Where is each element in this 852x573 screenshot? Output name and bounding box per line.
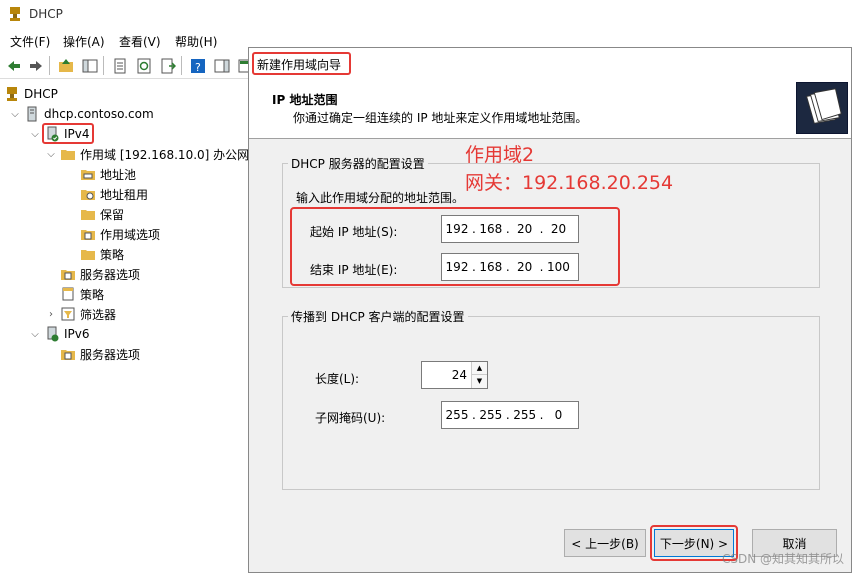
tree-item-scope-policies[interactable]: 策略	[80, 244, 124, 264]
policies-icon	[80, 246, 96, 262]
window-title: DHCP	[29, 7, 63, 21]
range-instruction: 输入此作用域分配的地址范围。	[296, 191, 465, 205]
tree-item-ipv6[interactable]: ⌵ IPv6	[28, 324, 90, 344]
filter-icon	[60, 306, 76, 322]
server-config-legend: DHCP 服务器的配置设置	[288, 155, 428, 172]
tree-label: 策略	[80, 287, 105, 302]
up-folder-icon[interactable]	[56, 56, 75, 75]
app-titlebar: DHCP	[0, 0, 852, 30]
tree-label: 作用域选项	[100, 227, 161, 242]
forward-arrow-icon[interactable]	[26, 56, 45, 75]
menu-view[interactable]: 查看(V)	[119, 33, 161, 50]
tree-label: 作用域 [192.168.10.0] 办公网	[80, 147, 250, 162]
back-button[interactable]: < 上一步(B)	[564, 529, 646, 557]
reservations-icon	[80, 206, 96, 222]
refresh-icon[interactable]	[134, 56, 153, 75]
mask-octet-1[interactable]: 255	[442, 408, 472, 422]
tree-label: IPv6	[64, 327, 90, 341]
properties-icon[interactable]	[110, 56, 129, 75]
new-scope-wizard-dialog: 新建作用域向导 IP 地址范围 你通过确定一组连续的 IP 地址来定义作用域地址…	[248, 47, 852, 573]
tree-item-address-leases[interactable]: 地址租用	[80, 184, 148, 204]
tree-item-dhcp[interactable]: DHCP	[4, 84, 58, 104]
ipv6-server-icon	[44, 326, 60, 342]
mask-octet-4[interactable]: 0	[543, 408, 573, 422]
mask-octet-3[interactable]: 255	[510, 408, 540, 422]
ip-range-highlight-box	[290, 207, 620, 286]
tree-item-scope[interactable]: ⌵ 作用域 [192.168.10.0] 办公网	[44, 144, 249, 164]
tree-label: 策略	[100, 247, 125, 262]
tree-item-server-options[interactable]: 服务器选项	[60, 264, 140, 284]
address-pool-icon	[80, 166, 96, 182]
annotation-gateway: 网关：192.168.20.254	[465, 172, 674, 194]
export-list-icon[interactable]	[158, 56, 177, 75]
tree-item-reservations[interactable]: 保留	[80, 204, 124, 224]
subnet-mask-label: 子网掩码(U):	[315, 411, 386, 425]
mask-octet-2[interactable]: 255	[476, 408, 506, 422]
client-config-legend: 传播到 DHCP 客户端的配置设置	[288, 308, 468, 325]
tree-label: 筛选器	[80, 307, 117, 322]
server-icon	[24, 106, 40, 122]
address-leases-icon	[80, 186, 96, 202]
menu-help[interactable]: 帮助(H)	[175, 33, 217, 50]
spin-up-icon[interactable]: ▲	[472, 362, 487, 375]
menu-action[interactable]: 操作(A)	[63, 33, 105, 50]
tree-item-filters[interactable]: › 筛选器	[44, 304, 116, 324]
tree-item-policies[interactable]: 策略	[60, 284, 104, 304]
chevron-right-icon[interactable]: ›	[44, 309, 58, 320]
back-arrow-icon[interactable]	[4, 56, 23, 75]
subnet-mask-input[interactable]: 255. 255. 255. 0	[441, 401, 579, 429]
policies-icon	[60, 286, 76, 302]
svg-text:?: ?	[195, 61, 201, 74]
action-pane-icon[interactable]	[212, 56, 231, 75]
folder-icon	[60, 146, 76, 162]
chevron-down-icon[interactable]: ⌵	[28, 329, 42, 340]
length-spinner[interactable]: 24 ▲ ▼	[421, 361, 488, 389]
tree-label: 地址池	[100, 167, 137, 182]
wizard-header: IP 地址范围 你通过确定一组连续的 IP 地址来定义作用域地址范围。	[249, 78, 851, 139]
tree-label: 服务器选项	[80, 267, 141, 282]
tree-label: 服务器选项	[80, 347, 141, 362]
length-value[interactable]: 24	[452, 368, 467, 382]
chevron-down-icon[interactable]: ⌵	[28, 129, 42, 140]
tree-item-address-pool[interactable]: 地址池	[80, 164, 136, 184]
dhcp-app-icon	[7, 6, 23, 22]
length-label: 长度(L):	[315, 372, 360, 386]
tree-item-server[interactable]: ⌵ dhcp.contoso.com	[8, 104, 154, 124]
show-hide-tree-icon[interactable]	[80, 56, 99, 75]
dhcp-icon	[4, 86, 20, 102]
tree-label: dhcp.contoso.com	[44, 107, 154, 121]
ipv4-highlight-box	[42, 123, 94, 144]
csdn-watermark: CSDN @知其知其所以	[721, 552, 844, 566]
wizard-title-highlight-box	[252, 52, 351, 75]
scope-options-icon	[80, 226, 96, 242]
tree-label: DHCP	[24, 87, 58, 101]
wizard-header-description: 你通过确定一组连续的 IP 地址来定义作用域地址范围。	[293, 111, 588, 125]
tree-item-ipv6-server-options[interactable]: 服务器选项	[60, 344, 140, 364]
wizard-header-title: IP 地址范围	[272, 93, 338, 107]
chevron-down-icon[interactable]: ⌵	[44, 149, 58, 160]
wizard-folders-icon	[796, 82, 848, 134]
menu-file[interactable]: 文件(F)	[10, 33, 50, 50]
tree-label: 保留	[100, 207, 125, 222]
server-options-icon	[60, 346, 76, 362]
chevron-down-icon[interactable]: ⌵	[8, 109, 22, 120]
help-icon[interactable]: ?	[188, 56, 207, 75]
tree-label: 地址租用	[100, 187, 149, 202]
tree-item-scope-options[interactable]: 作用域选项	[80, 224, 160, 244]
spin-down-icon[interactable]: ▼	[472, 375, 487, 388]
annotation-scope: 作用域2	[465, 144, 535, 166]
server-options-icon	[60, 266, 76, 282]
